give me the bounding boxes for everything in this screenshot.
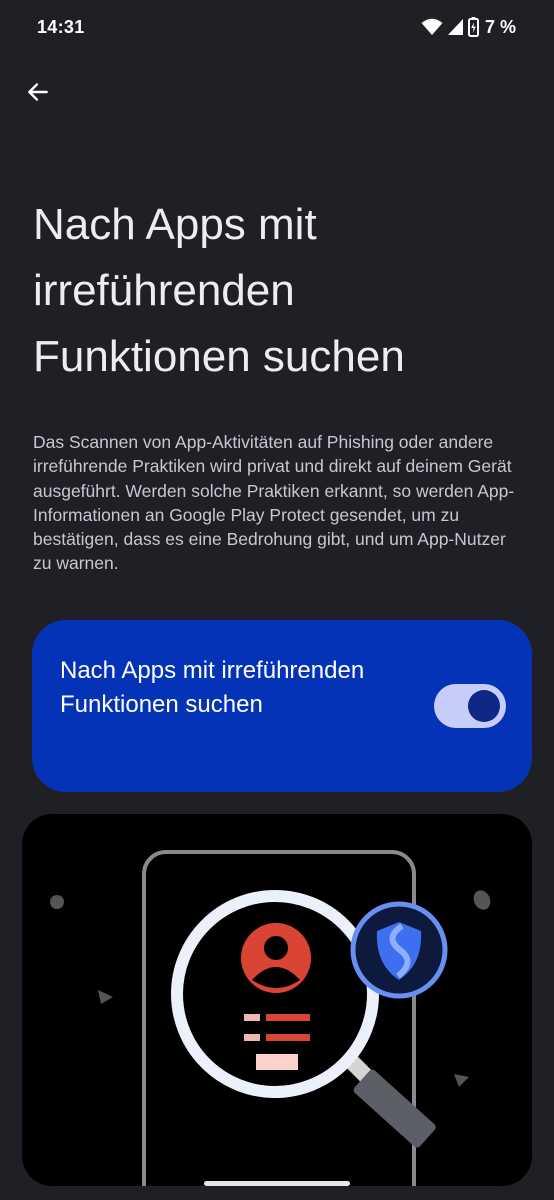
battery-percent: 7 %: [484, 16, 516, 37]
decor-triangle: [454, 1074, 469, 1087]
illustration: [22, 814, 532, 1186]
status-bar: 14:31 7 %: [0, 0, 554, 56]
illustration-graphic: [50, 850, 491, 1186]
scan-toggle-switch[interactable]: [434, 684, 506, 728]
switch-thumb: [468, 690, 500, 722]
battery-charging-icon: [467, 17, 479, 37]
text-line: [244, 1014, 260, 1021]
back-button[interactable]: [20, 74, 56, 110]
screen: 14:31 7 % Nach Apps mit irreführenden Fu…: [0, 0, 554, 1200]
decor-dot: [50, 895, 64, 909]
page-title: Nach Apps mit irreführenden Funktionen s…: [33, 200, 405, 381]
text-line: [266, 1014, 310, 1021]
decor-triangle: [98, 990, 113, 1004]
status-time: 14:31: [37, 17, 85, 37]
wifi-icon: [421, 18, 443, 35]
shield-icon: [350, 901, 448, 999]
cellular-signal-icon: [447, 19, 463, 35]
scan-toggle-card[interactable]: Nach Apps mit irreführenden Funktionen s…: [32, 620, 532, 792]
text-line: [244, 1034, 260, 1041]
status-icons: 7 %: [421, 16, 516, 38]
person-icon: [241, 923, 311, 993]
text-line: [256, 1054, 298, 1070]
navigation-handle[interactable]: [204, 1181, 350, 1186]
toggle-label: Nach Apps mit irreführenden Funktionen s…: [60, 657, 365, 718]
page-description: Das Scannen von App-Aktivitäten auf Phis…: [33, 432, 515, 574]
arrow-back-icon: [28, 83, 48, 101]
decor-dot: [473, 890, 491, 910]
text-line: [266, 1034, 310, 1041]
